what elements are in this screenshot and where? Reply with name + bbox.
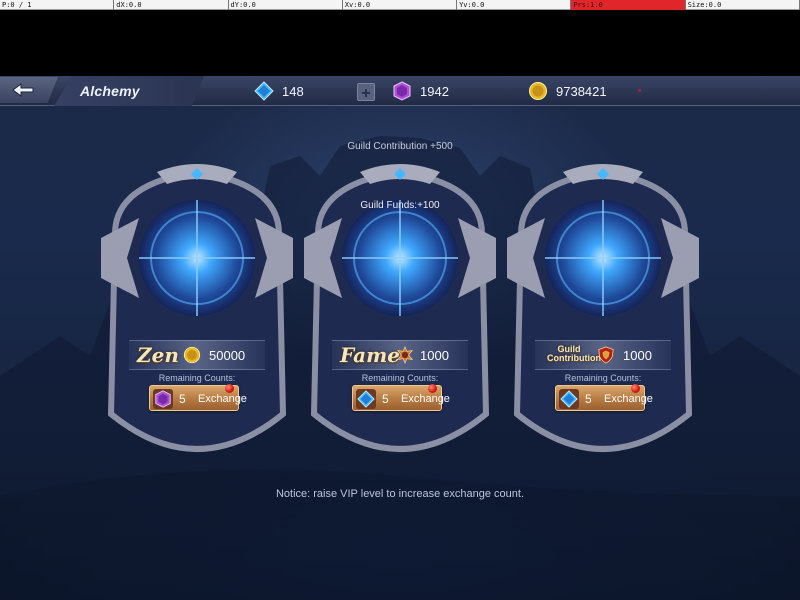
reward-name: Fame: [340, 343, 400, 367]
remaining-counts-label: Remaining Counts:: [564, 373, 642, 383]
letterbox-band: [0, 10, 800, 76]
purple-gem-icon: [393, 81, 411, 101]
diamond-counter: 148: [254, 81, 304, 101]
remaining-counts-label: Remaining Counts:: [158, 373, 236, 383]
exchange-count: 5: [585, 392, 592, 406]
exchange-button[interactable]: 5 Exchange: [555, 384, 653, 411]
guild-contribution-text: Guild Contribution +500: [347, 141, 453, 152]
exchange-label: Exchange: [401, 393, 450, 405]
exchange-count: 5: [179, 392, 186, 406]
alchemy-screen: Alchemy 148 1942 9738421 Guild Contribut…: [0, 76, 800, 600]
debug-dy: dY:0.0: [229, 0, 343, 10]
reward-name: Guild Contribution: [547, 344, 601, 363]
reward-amount: 50000: [209, 348, 246, 363]
blue-diamond-icon: [560, 390, 578, 408]
gold-amount: 9738421: [556, 83, 607, 99]
alchemy-card-guild-contribution: Guild Contribution 1000 Remaining Counts…: [503, 164, 703, 468]
remaining-counts-label: Remaining Counts:: [361, 373, 439, 383]
exchange-label: Exchange: [604, 393, 653, 405]
exchange-count: 5: [382, 392, 389, 406]
reward-name: Zen: [137, 343, 179, 367]
back-arrow-icon: [12, 83, 34, 97]
alchemy-card-fame: Guild Funds:+100 Fame 1000 Remaining Cou…: [300, 164, 500, 468]
debug-dx: dX:0.0: [114, 0, 229, 10]
debug-size: Size:0.0: [686, 0, 800, 10]
card-frame: [507, 164, 699, 452]
fame-medal-icon: [396, 346, 414, 364]
reward-plate: Fame 1000: [332, 340, 468, 370]
gold-coin-icon: [183, 346, 201, 364]
back-button[interactable]: [0, 77, 58, 103]
cost-icon-frame: [153, 389, 173, 409]
notification-dot: [428, 384, 437, 393]
blue-diamond-icon: [254, 81, 274, 101]
notification-dot: [631, 384, 640, 393]
notification-dot: [225, 384, 234, 393]
debug-pressure: Prs:1.0: [571, 0, 686, 10]
debug-overlay-bar: P:0 / 1 dX:0.0 dY:0.0 Xv:0.0 Yv:0.0 Prs:…: [0, 0, 800, 10]
top-bar: Alchemy 148 1942 9738421: [0, 76, 800, 106]
exchange-button[interactable]: 5 Exchange: [352, 384, 450, 411]
gem-counter: 1942: [392, 81, 449, 101]
exchange-label: Exchange: [198, 393, 247, 405]
cost-icon-frame: [559, 389, 579, 409]
reward-plate: Zen 50000: [129, 340, 265, 370]
gold-coin-icon: [529, 82, 547, 100]
guild-shield-icon: [598, 346, 614, 364]
vip-notice: Notice: raise VIP level to increase exch…: [275, 488, 525, 500]
reward-amount: 1000: [420, 348, 449, 363]
debug-xv: Xv:0.0: [343, 0, 458, 10]
page-title: Alchemy: [80, 83, 140, 99]
reward-plate: Guild Contribution 1000: [535, 340, 671, 370]
purple-gem-icon: [155, 390, 171, 408]
blue-diamond-icon: [357, 390, 375, 408]
debug-pointer: P:0 / 1: [0, 0, 115, 10]
gem-amount: 1942: [420, 83, 449, 99]
exchange-button[interactable]: 5 Exchange: [149, 384, 247, 411]
gold-counter: 9738421: [528, 81, 607, 101]
diamond-amount: 148: [282, 83, 304, 99]
cost-icon-frame: [356, 389, 376, 409]
reward-amount: 1000: [623, 348, 652, 363]
add-currency-button[interactable]: [357, 83, 375, 101]
debug-yv: Yv:0.0: [457, 0, 572, 10]
notification-dot: [638, 89, 641, 92]
